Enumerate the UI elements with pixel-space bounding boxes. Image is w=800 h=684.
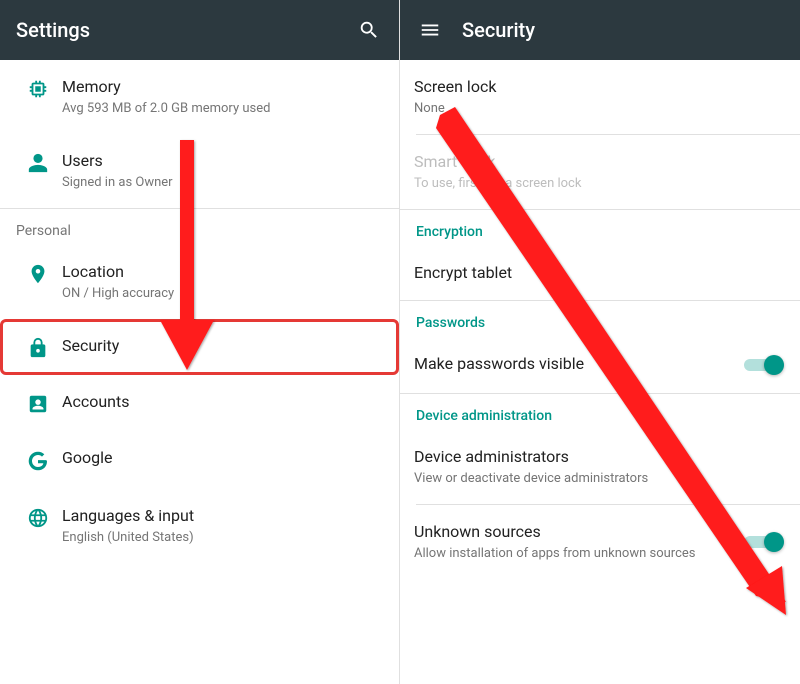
- section-personal: Personal: [0, 209, 399, 245]
- smart-lock-sub: To use, first set a screen lock: [414, 175, 784, 193]
- screen-lock-title: Screen lock: [414, 76, 784, 98]
- accounts-title: Accounts: [62, 391, 383, 413]
- section-device-admin: Device administration: [400, 394, 800, 430]
- row-users[interactable]: Users Signed in as Owner: [0, 134, 399, 208]
- toggle-thumb: [764, 532, 784, 552]
- users-sub: Signed in as Owner: [62, 174, 383, 192]
- memory-title: Memory: [62, 76, 383, 98]
- row-device-admins[interactable]: Device administrators View or deactivate…: [400, 430, 800, 504]
- row-screen-lock[interactable]: Screen lock None: [400, 60, 800, 134]
- row-smart-lock: Smart Lock To use, first set a screen lo…: [400, 135, 800, 209]
- row-languages[interactable]: Languages & input English (United States…: [0, 489, 399, 563]
- screen-lock-sub: None: [414, 100, 784, 118]
- row-accounts[interactable]: Accounts: [0, 375, 399, 431]
- google-title: Google: [62, 447, 383, 469]
- passwords-title: Make passwords visible: [414, 353, 736, 375]
- security-appbar: Security: [400, 0, 800, 60]
- security-pane: Security Screen lock None Smart Lock To …: [400, 0, 800, 684]
- memory-sub: Avg 593 MB of 2.0 GB memory used: [62, 100, 383, 118]
- security-title: Security: [62, 335, 383, 357]
- location-icon: [14, 261, 62, 285]
- settings-pane: Settings Memory Avg 593 MB of 2.0 GB mem…: [0, 0, 400, 684]
- unknown-title: Unknown sources: [414, 521, 736, 543]
- users-title: Users: [62, 150, 383, 172]
- security-appbar-title: Security: [462, 18, 784, 42]
- languages-sub: English (United States): [62, 529, 383, 547]
- row-location[interactable]: Location ON / High accuracy: [0, 245, 399, 319]
- lock-icon: [14, 335, 62, 359]
- location-title: Location: [62, 261, 383, 283]
- row-memory[interactable]: Memory Avg 593 MB of 2.0 GB memory used: [0, 60, 399, 134]
- toggle-thumb: [764, 355, 784, 375]
- row-passwords-visible[interactable]: Make passwords visible: [400, 337, 800, 393]
- row-encrypt-tablet[interactable]: Encrypt tablet: [400, 246, 800, 300]
- section-passwords: Passwords: [400, 301, 800, 337]
- users-icon: [14, 150, 62, 174]
- row-unknown-sources[interactable]: Unknown sources Allow installation of ap…: [400, 505, 800, 579]
- languages-title: Languages & input: [62, 505, 383, 527]
- unknown-sources-toggle[interactable]: [744, 530, 784, 554]
- device-admins-sub: View or deactivate device administrators: [414, 470, 784, 488]
- settings-appbar: Settings: [0, 0, 399, 60]
- location-sub: ON / High accuracy: [62, 285, 383, 303]
- unknown-sub: Allow installation of apps from unknown …: [414, 545, 736, 563]
- google-icon: [14, 447, 62, 473]
- passwords-toggle[interactable]: [744, 353, 784, 377]
- device-admins-title: Device administrators: [414, 446, 784, 468]
- memory-icon: [14, 76, 62, 100]
- menu-icon[interactable]: [416, 16, 444, 44]
- globe-icon: [14, 505, 62, 529]
- accounts-icon: [14, 391, 62, 415]
- row-security[interactable]: Security: [0, 319, 399, 375]
- row-google[interactable]: Google: [0, 431, 399, 489]
- section-encryption: Encryption: [400, 210, 800, 246]
- search-icon[interactable]: [355, 16, 383, 44]
- settings-title: Settings: [16, 18, 337, 42]
- encrypt-title: Encrypt tablet: [414, 262, 784, 284]
- smart-lock-title: Smart Lock: [414, 151, 784, 173]
